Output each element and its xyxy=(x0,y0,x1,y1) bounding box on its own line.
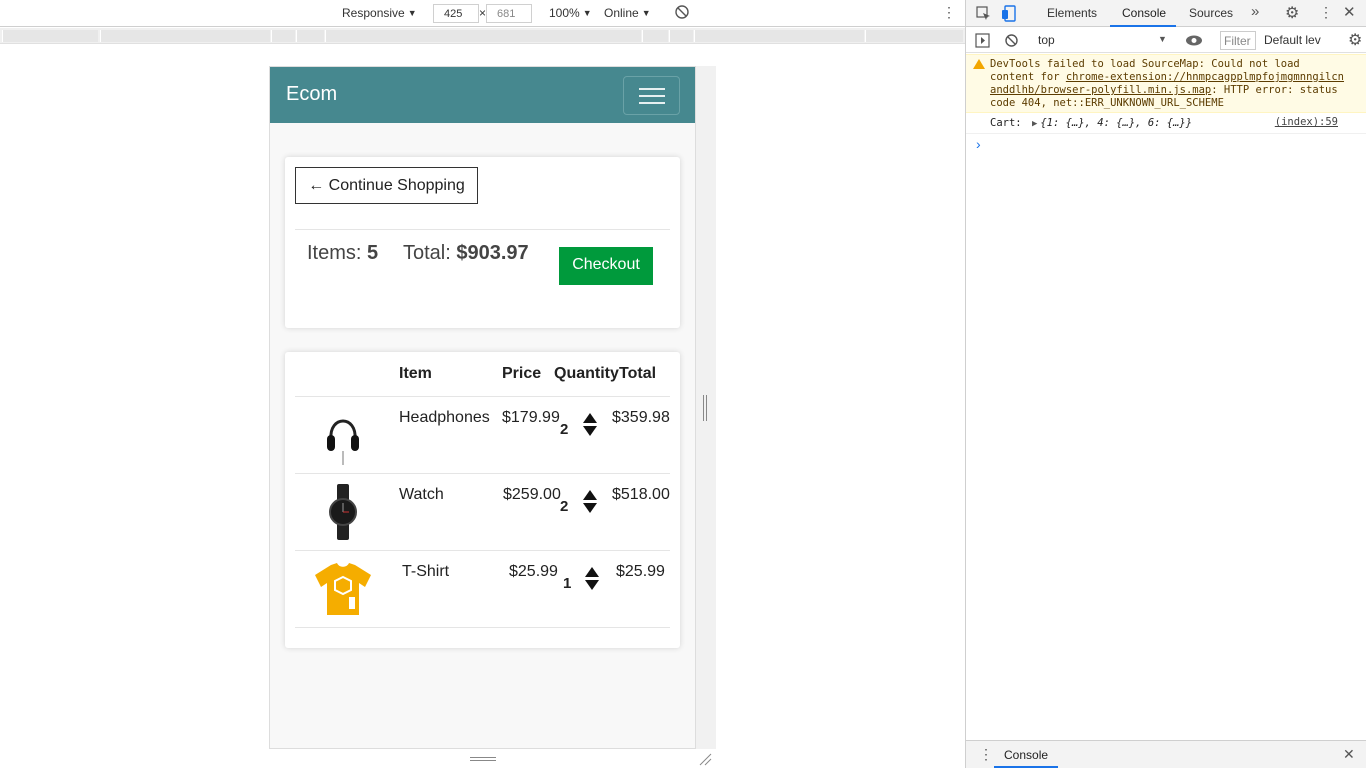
column-header-item: Item xyxy=(399,365,432,382)
tab-console[interactable]: Console xyxy=(1122,6,1166,20)
zoom-select[interactable]: 100% ▼ xyxy=(549,6,592,20)
item-name: Watch xyxy=(399,486,444,503)
more-tabs-icon[interactable]: » xyxy=(1251,3,1259,20)
table-row: Watch $259.00 2 $518.00 xyxy=(285,474,680,551)
context-select[interactable]: top xyxy=(1038,33,1055,47)
item-name: Headphones xyxy=(399,409,490,426)
cart-total: Total: $903.97 xyxy=(403,242,529,264)
divider xyxy=(295,229,670,230)
tshirt-image xyxy=(315,563,371,615)
browser-viewport: Responsive ▼ 425 × 681 100% ▼ Online ▼ ⋮ Ec… xyxy=(0,0,965,768)
checkout-button[interactable]: Checkout xyxy=(559,247,653,285)
inspect-element-icon[interactable] xyxy=(976,6,991,21)
console-toolbar: top ▼ Filter Default lev ⚙ xyxy=(966,28,1366,53)
device-toolbar: Responsive ▼ 425 × 681 100% ▼ Online ▼ ⋮ xyxy=(0,0,965,27)
cart-object[interactable]: {1: {…}, 4: {…}, 6: {…}} xyxy=(1040,117,1192,129)
width-input[interactable]: 425 xyxy=(433,4,479,23)
network-select[interactable]: Online ▼ xyxy=(604,6,651,20)
warning-icon xyxy=(973,59,985,69)
item-quantity: 2 xyxy=(560,421,569,438)
console-prompt[interactable]: › xyxy=(976,136,981,152)
resize-handle-horizontal[interactable] xyxy=(470,757,496,761)
column-header-quantity: Quantity xyxy=(554,365,619,382)
continue-shopping-button[interactable]: ← Continue Shopping xyxy=(295,167,478,204)
items-count: Items: 5 xyxy=(307,242,379,264)
tab-elements[interactable]: Elements xyxy=(1047,6,1097,20)
clear-console-icon[interactable] xyxy=(1004,33,1019,48)
tab-sources[interactable]: Sources xyxy=(1189,6,1233,20)
console-settings-gear-icon[interactable]: ⚙ xyxy=(1348,30,1362,50)
more-options-icon[interactable]: ⋮ xyxy=(1319,4,1333,21)
console-drawer: ⋮ Console ✕ xyxy=(966,740,1366,768)
item-quantity: 2 xyxy=(560,498,569,515)
item-quantity: 1 xyxy=(563,575,572,592)
decrease-arrow-icon[interactable] xyxy=(583,426,597,436)
increase-arrow-icon[interactable] xyxy=(583,490,597,500)
item-price: $259.00 xyxy=(503,486,561,503)
close-drawer-icon[interactable]: ✕ xyxy=(1343,746,1355,763)
table-row: T-Shirt $25.99 1 $25.99 xyxy=(285,551,680,628)
cart-summary-card: ← Continue Shopping Items: 5 Total: $903… xyxy=(285,157,680,328)
more-options-icon[interactable]: ⋮ xyxy=(942,4,956,21)
log-source-link[interactable]: (index):59 xyxy=(1275,116,1338,128)
drawer-menu-icon[interactable]: ⋮ xyxy=(979,746,993,763)
filter-input[interactable]: Filter xyxy=(1220,31,1256,50)
sidebar-toggle-icon[interactable] xyxy=(975,33,990,48)
navbar: Ecom xyxy=(270,67,695,123)
cart-table: Item Price Quantity Total Headphones $17… xyxy=(285,352,680,648)
drawer-tab-console[interactable]: Console xyxy=(1004,748,1048,762)
item-name: T-Shirt xyxy=(402,563,450,580)
table-row: Headphones $179.99 2 $359.98 xyxy=(285,397,680,474)
item-total: $518.00 xyxy=(612,486,670,503)
quantity-stepper xyxy=(583,411,597,437)
active-tab-indicator xyxy=(1110,25,1176,27)
devtools-tabbar: Elements Console Sources » ⚙ ⋮ ✕ xyxy=(966,0,1366,27)
resize-corner-icon[interactable] xyxy=(698,752,712,766)
close-devtools-icon[interactable]: ✕ xyxy=(1343,3,1356,21)
device-toggle-icon[interactable] xyxy=(1002,5,1017,22)
item-price: $25.99 xyxy=(509,563,558,580)
settings-gear-icon[interactable]: ⚙ xyxy=(1285,3,1299,23)
media-query-bar[interactable] xyxy=(0,28,965,44)
watch-image xyxy=(329,484,357,540)
eye-icon[interactable] xyxy=(1185,35,1203,46)
headphones-image xyxy=(327,419,359,465)
item-total: $359.98 xyxy=(612,409,670,426)
height-input[interactable]: 681 xyxy=(486,4,532,23)
dimension-separator: × xyxy=(479,6,487,20)
column-header-total: Total xyxy=(619,365,657,382)
menu-toggle-button[interactable] xyxy=(623,76,680,115)
column-header-price: Price xyxy=(502,365,542,382)
increase-arrow-icon[interactable] xyxy=(585,567,599,577)
quantity-stepper xyxy=(583,488,597,514)
log-levels-select[interactable]: Default lev xyxy=(1264,33,1321,47)
chevron-down-icon: ▼ xyxy=(1158,34,1167,44)
decrease-arrow-icon[interactable] xyxy=(583,503,597,513)
decrease-arrow-icon[interactable] xyxy=(585,580,599,590)
rotate-icon[interactable] xyxy=(674,4,690,23)
device-select[interactable]: Responsive ▼ xyxy=(342,6,417,20)
item-price: $179.99 xyxy=(502,409,560,426)
expand-triangle-icon[interactable]: ▶ xyxy=(1032,119,1037,129)
devtools-panel: Elements Console Sources » ⚙ ⋮ ✕ top ▼ F… xyxy=(965,0,1366,768)
console-warning-message: DevTools failed to load SourceMap: Could… xyxy=(966,54,1366,113)
quantity-stepper xyxy=(585,565,599,591)
brand-link[interactable]: Ecom xyxy=(286,83,337,106)
device-frame: Ecom ← Continue Shopping Items: 5 Total:… xyxy=(269,66,696,749)
resize-handle-vertical[interactable] xyxy=(703,395,707,421)
console-log-message: Cart: ▶ {1: {…}, 4: {…}, 6: {…}} (index):… xyxy=(966,114,1366,134)
item-total: $25.99 xyxy=(616,563,665,580)
increase-arrow-icon[interactable] xyxy=(583,413,597,423)
